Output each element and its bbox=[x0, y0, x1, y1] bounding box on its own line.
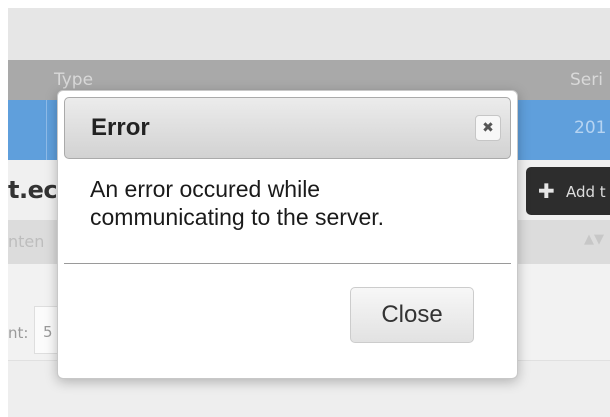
add-button: ✚ Add t bbox=[526, 167, 610, 215]
header-col-type: Type bbox=[54, 70, 94, 90]
dialog-divider bbox=[64, 263, 511, 264]
row-separator bbox=[46, 100, 47, 160]
dialog-title: Error bbox=[91, 114, 150, 141]
dialog-message-line2: communicating to the server. bbox=[90, 204, 385, 230]
count-value: 5 bbox=[43, 323, 53, 341]
add-button-label: Add t bbox=[566, 183, 606, 201]
dialog-header: Error ✖ bbox=[64, 97, 511, 159]
section-title: t.ec bbox=[8, 176, 58, 204]
sub-header-col: nten bbox=[8, 232, 45, 251]
dialog-message: An error occured while communicating to … bbox=[90, 175, 490, 231]
sort-icon: ▲▼ bbox=[584, 232, 604, 247]
close-icon[interactable]: ✖ bbox=[475, 115, 501, 141]
top-band bbox=[8, 8, 610, 60]
header-col-serial: Seri bbox=[570, 70, 603, 90]
dialog-message-line1: An error occured while bbox=[90, 176, 321, 202]
plus-icon: ✚ bbox=[538, 179, 555, 203]
close-button[interactable]: Close bbox=[350, 287, 474, 343]
row-cell-serial: 201 bbox=[574, 118, 607, 138]
count-label: nt: bbox=[8, 324, 29, 342]
error-dialog: Error ✖ An error occured while communica… bbox=[57, 90, 518, 379]
